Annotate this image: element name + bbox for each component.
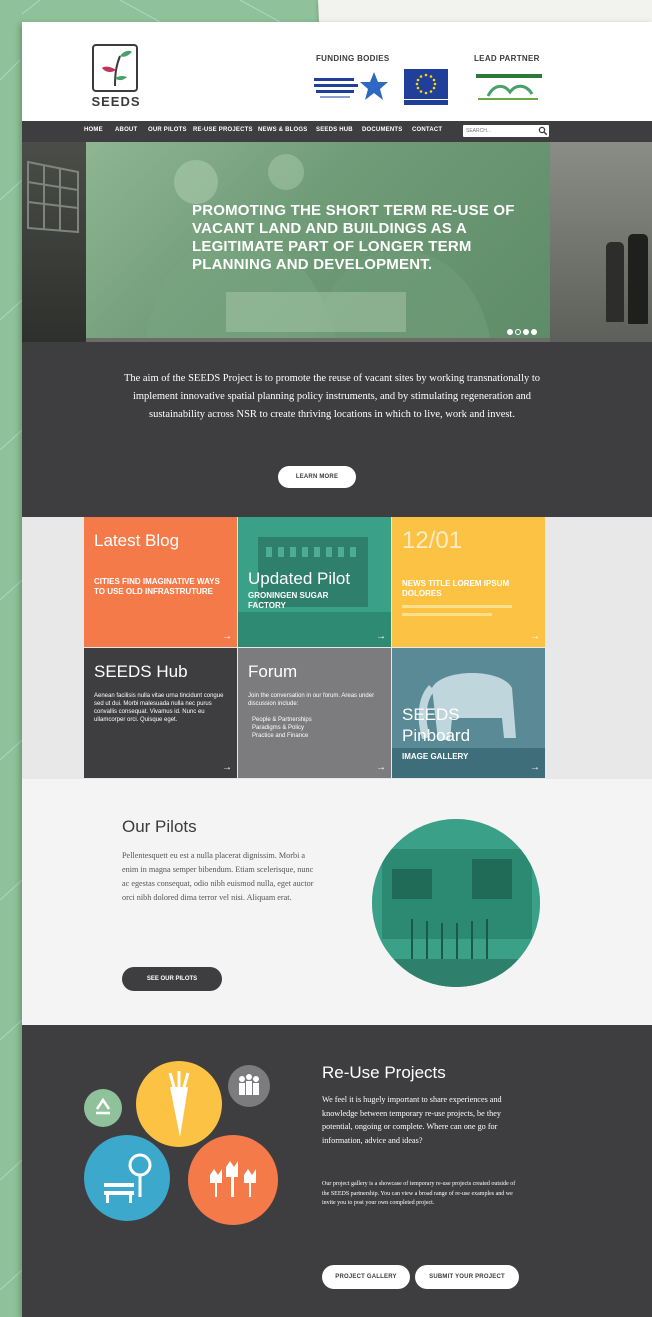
recycle-symbol [95, 1097, 111, 1115]
news-tile[interactable]: 12/01 NEWS TITLE LOREM IPSUM DOLORES → [392, 517, 545, 647]
aim-text: The aim of the SEEDS Project is to promo… [123, 373, 541, 420]
forum-topic[interactable]: Paradigms & Policy [252, 724, 304, 732]
forum-topic[interactable]: People & Partnerships [252, 716, 312, 724]
nav-documents[interactable]: DOCUMENTS [362, 127, 402, 133]
bench-tree-icon [84, 1135, 170, 1221]
tile-body: Aenean facilisis nulla vitae urna tincid… [94, 693, 224, 723]
sprout-icon [102, 50, 132, 87]
nav-about[interactable]: ABOUT [115, 127, 137, 133]
hero-right-photo [550, 142, 652, 342]
main-navigation: HOME ABOUT OUR PILOTS RE-USE PROJECTS NE… [22, 121, 652, 142]
pilots-text: Pellentesquett eu est a nulla placerat d… [122, 851, 314, 902]
nav-home[interactable]: HOME [84, 127, 103, 133]
search-box [463, 125, 549, 137]
people-symbol [239, 1074, 259, 1095]
forum-tile[interactable]: Forum Join the conversation in our forum… [238, 648, 391, 778]
tiles-section: Latest Blog CITIES FIND IMAGINATIVE WAYS… [22, 517, 652, 779]
eu-caption-bar [404, 100, 448, 105]
tile-body: Join the conversation in our forum. Area… [248, 693, 375, 707]
website-mockup: SEEDS FUNDING BODIES LEAD PARTNER HOME A… [22, 22, 652, 1317]
recycle-icon [84, 1089, 122, 1127]
updated-pilot-tile[interactable]: Updated Pilot GRONINGEN SUGAR FACTORY → [238, 517, 391, 647]
hero-headline: PROMOTING THE SHORT TERM RE-USE OF VACAN… [192, 202, 515, 273]
tile-subtitle: IMAGE GALLERY [402, 752, 469, 761]
nav-news-blogs[interactable]: NEWS & BLOGS [258, 127, 307, 133]
pinboard-tile[interactable]: SEEDS Pinboard IMAGE GALLERY → [392, 648, 545, 778]
tile-subtitle: GRONINGEN SUGAR FACTORY [248, 591, 329, 610]
arrow-right-icon[interactable]: → [376, 631, 386, 642]
learn-more-button[interactable]: LEARN MORE [278, 466, 356, 488]
person-figure [606, 242, 624, 322]
tulips-symbol [210, 1161, 256, 1197]
slider-dot[interactable] [523, 329, 529, 335]
arrow-right-icon[interactable]: → [530, 631, 540, 642]
tile-title: SEEDS Pinboard [402, 705, 471, 745]
news-excerpt-line [402, 613, 492, 616]
arrow-right-icon[interactable]: → [376, 762, 386, 773]
arrow-right-icon[interactable]: → [222, 631, 232, 642]
window-photo [27, 160, 79, 234]
tile-title: Updated Pilot [248, 569, 351, 588]
person-figure [628, 234, 648, 324]
submit-project-button[interactable]: SUBMIT YOUR PROJECT [415, 1265, 519, 1289]
news-date: 12/01 [402, 527, 463, 554]
eu-stars-icon [415, 73, 437, 95]
tile-subtitle: CITIES FIND IMAGINATIVE WAYS TO USE OLD … [94, 577, 220, 596]
reuse-projects-section: Re-Use Projects We feel it is hugely imp… [22, 1025, 652, 1317]
lead-partner-title: LEAD PARTNER [474, 54, 540, 63]
hero-left-photo [22, 142, 86, 342]
bench-tree-symbol [104, 1153, 152, 1203]
project-gallery-button[interactable]: PROJECT GALLERY [322, 1265, 410, 1289]
people-icon [228, 1065, 270, 1107]
search-icon[interactable] [538, 126, 548, 136]
funding-bodies-title: FUNDING BODIES [316, 54, 390, 63]
section-title: Re-Use Projects [322, 1063, 446, 1082]
logo-text: SEEDS [91, 94, 141, 109]
tile-title: Latest Blog [94, 531, 180, 550]
slider-dots [507, 322, 539, 335]
aim-section: The aim of the SEEDS Project is to promo… [22, 342, 652, 517]
arrow-right-icon[interactable]: → [222, 762, 232, 773]
arrow-right-icon[interactable]: → [530, 762, 540, 773]
nav-our-pilots[interactable]: OUR PILOTS [148, 127, 187, 133]
forum-topic[interactable]: Practice and Finance [252, 732, 308, 740]
tile-title: SEEDS Hub [94, 662, 188, 681]
slider-dot[interactable] [531, 329, 537, 335]
eu-flag-logo[interactable] [404, 69, 448, 99]
news-excerpt-line [402, 605, 512, 608]
our-pilots-section: Our Pilots Pellentesquett eu est a nulla… [22, 779, 652, 1025]
see-our-pilots-button[interactable]: SEE OUR PILOTS [122, 967, 222, 991]
nav-reuse-projects[interactable]: RE-USE PROJECTS [193, 127, 253, 133]
seeds-hub-tile[interactable]: SEEDS Hub Aenean facilisis nulla vitae u… [84, 648, 237, 778]
slider-dot-active[interactable] [515, 329, 521, 335]
search-input[interactable] [466, 126, 534, 136]
reuse-text: We feel it is hugely important to share … [322, 1095, 502, 1145]
logo-frame [92, 44, 138, 92]
tulips-icon [188, 1135, 278, 1225]
latest-blog-tile[interactable]: Latest Blog CITIES FIND IMAGINATIVE WAYS… [84, 517, 237, 647]
nav-contact[interactable]: CONTACT [412, 127, 442, 133]
nsr-programme-logo[interactable] [312, 70, 390, 104]
pilot-building-photo [372, 819, 540, 987]
pilot-photo-circle [372, 819, 540, 987]
seeds-logo[interactable]: SEEDS [86, 42, 146, 114]
slider-dot[interactable] [507, 329, 513, 335]
reuse-small-text: Our project gallery is a showcase of tem… [322, 1181, 516, 1206]
hero-slider: PROMOTING THE SHORT TERM RE-USE OF VACAN… [22, 142, 652, 342]
section-title: Our Pilots [122, 817, 197, 836]
nav-seeds-hub[interactable]: SEEDS HUB [316, 127, 353, 133]
tile-subtitle: NEWS TITLE LOREM IPSUM DOLORES [402, 579, 510, 598]
tile-title: Forum [248, 662, 298, 681]
south-yorkshire-forest-logo[interactable] [474, 70, 544, 104]
